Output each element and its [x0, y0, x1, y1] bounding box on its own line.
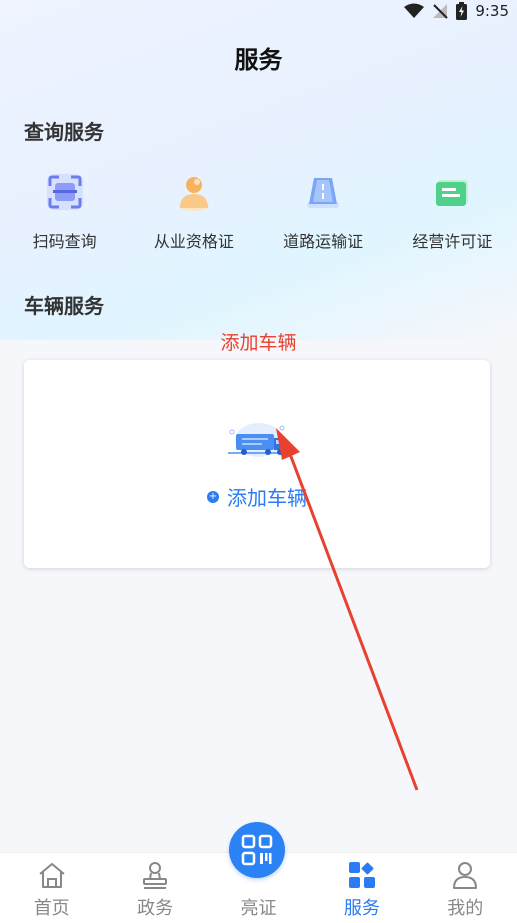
no-signal-icon	[433, 4, 449, 19]
tab-services[interactable]: 服务	[310, 853, 413, 923]
service-label: 道路运输证	[283, 232, 364, 251]
scan-icon	[43, 170, 87, 214]
tab-label: 政务	[137, 898, 174, 919]
service-qualification-certificate[interactable]: 从业资格证	[129, 170, 258, 260]
qr-code-button[interactable]	[229, 822, 285, 878]
annotation-label: 添加车辆	[220, 332, 297, 354]
add-vehicle-button[interactable]: + 添加车辆	[24, 482, 490, 511]
user-icon	[449, 859, 481, 891]
business-license-icon	[430, 170, 474, 214]
tab-home[interactable]: 首页	[0, 853, 103, 923]
add-vehicle-label: 添加车辆	[227, 486, 307, 510]
service-label: 从业资格证	[153, 232, 234, 251]
service-road-transport-certificate[interactable]: 道路运输证	[259, 170, 388, 260]
tab-label: 服务	[343, 898, 380, 919]
wifi-icon	[404, 3, 425, 18]
tab-label: 首页	[33, 898, 70, 919]
person-certificate-icon	[172, 170, 216, 214]
service-label: 经营许可证	[412, 232, 493, 251]
query-services-grid: 扫码查询 从业资格证 道路运输证 经营许可证	[0, 170, 517, 260]
add-vehicle-card[interactable]: + 添加车辆	[24, 360, 490, 568]
status-time: 9:35	[475, 2, 509, 20]
stamp-icon	[139, 859, 171, 891]
home-icon	[36, 859, 68, 891]
page-title: 服务	[234, 46, 283, 74]
vehicle-section-title: 车辆服务	[24, 294, 104, 318]
truck-icon	[224, 416, 294, 458]
tab-government[interactable]: 政务	[103, 853, 206, 923]
battery-icon	[456, 2, 468, 20]
query-section-title: 查询服务	[24, 120, 104, 144]
service-label: 扫码查询	[32, 232, 97, 251]
status-bar: 9:35	[0, 0, 517, 24]
tab-label: 我的	[447, 898, 484, 919]
qr-code-icon	[241, 834, 273, 866]
road-transport-icon	[301, 170, 345, 214]
services-grid-icon	[346, 859, 378, 891]
service-business-license[interactable]: 经营许可证	[388, 170, 517, 260]
service-scan-query[interactable]: 扫码查询	[0, 170, 129, 260]
tab-label: 亮证	[240, 898, 277, 919]
plus-icon: +	[207, 490, 219, 503]
tab-mine[interactable]: 我的	[414, 853, 517, 923]
